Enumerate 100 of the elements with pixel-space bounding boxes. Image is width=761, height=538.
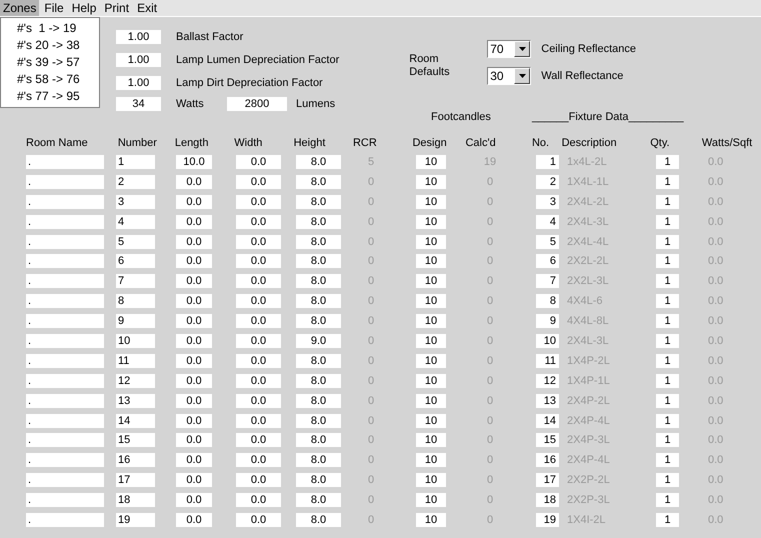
quantity-field[interactable]: 1	[656, 254, 679, 268]
length-field[interactable]: 0.0	[176, 294, 212, 308]
number-field[interactable]: 9	[116, 314, 155, 328]
design-field[interactable]: 10	[416, 453, 446, 468]
number-field[interactable]: 7	[116, 274, 155, 288]
room-name-field[interactable]: .	[26, 274, 104, 288]
room-name-field[interactable]: .	[26, 334, 104, 348]
width-field[interactable]: 0.0	[236, 274, 281, 288]
height-field[interactable]: 8.0	[296, 214, 341, 229]
room-name-field[interactable]: .	[26, 174, 104, 189]
length-field[interactable]: 0.0	[176, 414, 212, 428]
number-field[interactable]: 14	[116, 414, 155, 428]
height-field[interactable]: 8.0	[296, 493, 341, 508]
quantity-field[interactable]: 1	[656, 174, 679, 189]
room-name-field[interactable]: .	[26, 194, 104, 209]
fixture-number-field[interactable]: 18	[536, 493, 559, 508]
height-field[interactable]: 8.0	[296, 254, 341, 268]
design-field[interactable]: 10	[416, 374, 446, 388]
height-field[interactable]: 8.0	[296, 194, 341, 209]
height-field[interactable]: 8.0	[296, 154, 341, 169]
width-field[interactable]: 0.0	[236, 493, 281, 508]
zones-menu-item[interactable]: #'s 58 -> 76	[1, 71, 99, 88]
length-field[interactable]: 0.0	[176, 314, 212, 328]
room-name-field[interactable]: .	[26, 493, 104, 508]
fixture-number-field[interactable]: 9	[536, 314, 559, 328]
width-field[interactable]: 0.0	[236, 314, 281, 328]
width-field[interactable]: 0.0	[236, 174, 281, 189]
room-name-field[interactable]: .	[26, 294, 104, 308]
width-field[interactable]: 0.0	[236, 214, 281, 229]
height-field[interactable]: 8.0	[296, 433, 341, 448]
fixture-number-field[interactable]: 17	[536, 473, 559, 488]
design-field[interactable]: 10	[416, 174, 446, 189]
quantity-field[interactable]: 1	[656, 354, 679, 368]
room-name-field[interactable]: .	[26, 314, 104, 328]
length-field[interactable]: 0.0	[176, 214, 212, 229]
length-field[interactable]: 0.0	[176, 174, 212, 189]
width-field[interactable]: 0.0	[236, 453, 281, 468]
height-field[interactable]: 8.0	[296, 174, 341, 189]
design-field[interactable]: 10	[416, 354, 446, 368]
room-name-field[interactable]: .	[26, 214, 104, 229]
height-field[interactable]: 8.0	[296, 473, 341, 488]
number-field[interactable]: 1	[116, 154, 155, 169]
design-field[interactable]: 10	[416, 314, 446, 328]
height-field[interactable]: 8.0	[296, 512, 341, 527]
height-field[interactable]: 8.0	[296, 274, 341, 288]
room-name-field[interactable]: .	[26, 254, 104, 268]
quantity-field[interactable]: 1	[656, 414, 679, 428]
menu-item[interactable]: Zones	[0, 0, 40, 16]
menu-item[interactable]: Help	[68, 0, 100, 16]
height-field[interactable]: 8.0	[296, 234, 341, 248]
menu-item[interactable]: Print	[101, 0, 132, 16]
design-field[interactable]: 10	[416, 194, 446, 209]
width-field[interactable]: 0.0	[236, 473, 281, 488]
design-field[interactable]: 10	[416, 294, 446, 308]
length-field[interactable]: 0.0	[176, 493, 212, 508]
quantity-field[interactable]: 1	[656, 314, 679, 328]
number-field[interactable]: 11	[116, 354, 155, 368]
number-field[interactable]: 13	[116, 394, 155, 408]
width-field[interactable]: 0.0	[236, 512, 281, 527]
factor-field[interactable]: 1.00	[116, 52, 161, 66]
width-field[interactable]: 0.0	[236, 433, 281, 448]
height-field[interactable]: 8.0	[296, 314, 341, 328]
design-field[interactable]: 10	[416, 274, 446, 288]
design-field[interactable]: 10	[416, 493, 446, 508]
fixture-number-field[interactable]: 11	[536, 354, 559, 368]
reflectance-dropdown[interactable]: 70	[487, 40, 532, 58]
height-field[interactable]: 8.0	[296, 374, 341, 388]
menu-item[interactable]: Exit	[134, 0, 160, 16]
width-field[interactable]: 0.0	[236, 254, 281, 268]
width-field[interactable]: 0.0	[236, 194, 281, 209]
fixture-number-field[interactable]: 12	[536, 374, 559, 388]
number-field[interactable]: 19	[116, 512, 155, 527]
lumens-field[interactable]: 2800	[227, 97, 287, 111]
room-name-field[interactable]: .	[26, 453, 104, 468]
width-field[interactable]: 0.0	[236, 414, 281, 428]
room-name-field[interactable]: .	[26, 234, 104, 248]
length-field[interactable]: 0.0	[176, 334, 212, 348]
menu-item[interactable]: File	[41, 0, 67, 16]
fixture-number-field[interactable]: 5	[536, 234, 559, 248]
quantity-field[interactable]: 1	[656, 334, 679, 348]
fixture-number-field[interactable]: 14	[536, 414, 559, 428]
length-field[interactable]: 0.0	[176, 194, 212, 209]
quantity-field[interactable]: 1	[656, 394, 679, 408]
length-field[interactable]: 0.0	[176, 433, 212, 448]
number-field[interactable]: 12	[116, 374, 155, 388]
zones-menu-item[interactable]: #'s 77 -> 95	[1, 88, 99, 105]
design-field[interactable]: 10	[416, 154, 446, 169]
quantity-field[interactable]: 1	[656, 493, 679, 508]
quantity-field[interactable]: 1	[656, 512, 679, 527]
factor-field[interactable]: 1.00	[116, 30, 161, 44]
width-field[interactable]: 0.0	[236, 294, 281, 308]
height-field[interactable]: 8.0	[296, 394, 341, 408]
fixture-number-field[interactable]: 6	[536, 254, 559, 268]
height-field[interactable]: 8.0	[296, 354, 341, 368]
quantity-field[interactable]: 1	[656, 473, 679, 488]
number-field[interactable]: 18	[116, 493, 155, 508]
room-name-field[interactable]: .	[26, 394, 104, 408]
number-field[interactable]: 2	[116, 174, 155, 189]
design-field[interactable]: 10	[416, 394, 446, 408]
fixture-number-field[interactable]: 10	[536, 334, 559, 348]
